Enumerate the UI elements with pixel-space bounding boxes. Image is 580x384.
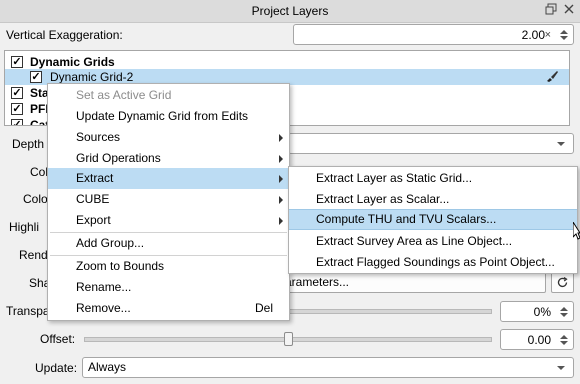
transparency-label: Transpa [6,304,50,318]
checkbox[interactable]: ✓ [11,103,23,115]
menu-item-grid-operations[interactable]: Grid Operations [48,148,289,169]
menu-item-rename[interactable]: Rename... [48,277,289,298]
refresh-icon [556,276,569,292]
spin-buttons[interactable] [555,330,573,349]
update-label: Update: [35,361,78,375]
submenu-arrow-icon [279,175,283,183]
clear-icon[interactable]: × [545,25,551,45]
shade-parameters-button[interactable]: arameters... [270,272,546,293]
menu-item-extract-survey-area[interactable]: Extract Survey Area as Line Object... [289,231,577,252]
menu-item-update-dynamic-grid[interactable]: Update Dynamic Grid from Edits [48,106,289,127]
close-panel-icon[interactable] [561,3,577,19]
update-value: Always [88,360,127,374]
transparency-value: 0% [533,305,551,319]
shade-parameters-label: arameters... [285,275,350,289]
panel-title-bar: Project Layers [0,0,580,23]
highlight-label: Highli [9,220,40,234]
spin-down-icon[interactable] [560,36,568,40]
menu-item-sources[interactable]: Sources [48,127,289,148]
render-label: Rend [19,248,48,262]
offset-input[interactable]: 0.00 [500,329,574,350]
vertical-exaggeration-input[interactable]: 2.00 × [293,24,574,45]
transparency-slider[interactable] [262,309,492,314]
checkbox[interactable]: ✓ [11,119,23,125]
tree-item-label: Dynamic Grids [30,55,115,69]
panel-title: Project Layers [251,4,329,18]
spin-down-icon[interactable] [560,341,568,345]
submenu-arrow-icon [279,134,283,142]
checkbox[interactable]: ✓ [11,87,23,99]
vertical-exaggeration-label: Vertical Exaggeration: [6,28,123,42]
menu-item-cube[interactable]: CUBE [48,189,289,210]
menu-item-add-group[interactable]: Add Group... [48,233,289,254]
float-panel-icon[interactable] [543,3,559,19]
mouse-cursor-icon [572,220,580,243]
menu-item-set-active-grid[interactable]: Set as Active Grid [48,85,289,106]
spin-up-icon[interactable] [560,335,568,339]
transparency-input[interactable]: 0% [500,301,574,322]
offset-value: 0.00 [527,333,551,347]
context-menu: Set as Active Grid Update Dynamic Grid f… [47,83,290,321]
submenu-arrow-icon [279,196,283,204]
menu-item-zoom-to-bounds[interactable]: Zoom to Bounds [48,256,289,277]
spin-buttons[interactable] [555,25,573,44]
vertical-exaggeration-value: 2.00 [521,28,545,42]
checkbox[interactable]: ✓ [30,71,42,83]
spin-up-icon[interactable] [560,307,568,311]
menu-item-extract-flagged-soundings[interactable]: Extract Flagged Soundings as Point Objec… [289,252,577,273]
menu-item-extract[interactable]: Extract [48,168,289,189]
extract-submenu: Extract Layer as Static Grid... Extract … [288,166,578,274]
submenu-arrow-icon [279,155,283,163]
spin-up-icon[interactable] [560,30,568,34]
tree-row[interactable]: ✓ Dynamic Grids [5,54,569,70]
menu-item-extract-scalar[interactable]: Extract Layer as Scalar... [289,189,577,210]
colormap-label: Col [30,165,49,179]
menu-item-remove[interactable]: Remove... Del [48,298,289,319]
shortcut-label: Del [254,301,273,315]
color-label: Colo [23,192,48,206]
depth-combo[interactable] [288,133,574,154]
spin-down-icon[interactable] [560,313,568,317]
depth-label: Depth [12,137,45,151]
submenu-arrow-icon [279,217,283,225]
dropdown-icon[interactable] [557,366,565,370]
offset-slider-handle[interactable] [284,332,293,346]
dropdown-icon[interactable] [557,142,565,146]
menu-item-export[interactable]: Export [48,210,289,231]
menu-item-extract-static-grid[interactable]: Extract Layer as Static Grid... [289,168,577,189]
update-combo[interactable]: Always [82,357,574,378]
spin-buttons[interactable] [555,302,573,321]
offset-label: Offset: [40,332,76,346]
checkbox[interactable]: ✓ [11,56,23,68]
refresh-button[interactable] [551,272,574,293]
menu-item-compute-thu-tvu[interactable]: Compute THU and TVU Scalars... [289,209,577,230]
